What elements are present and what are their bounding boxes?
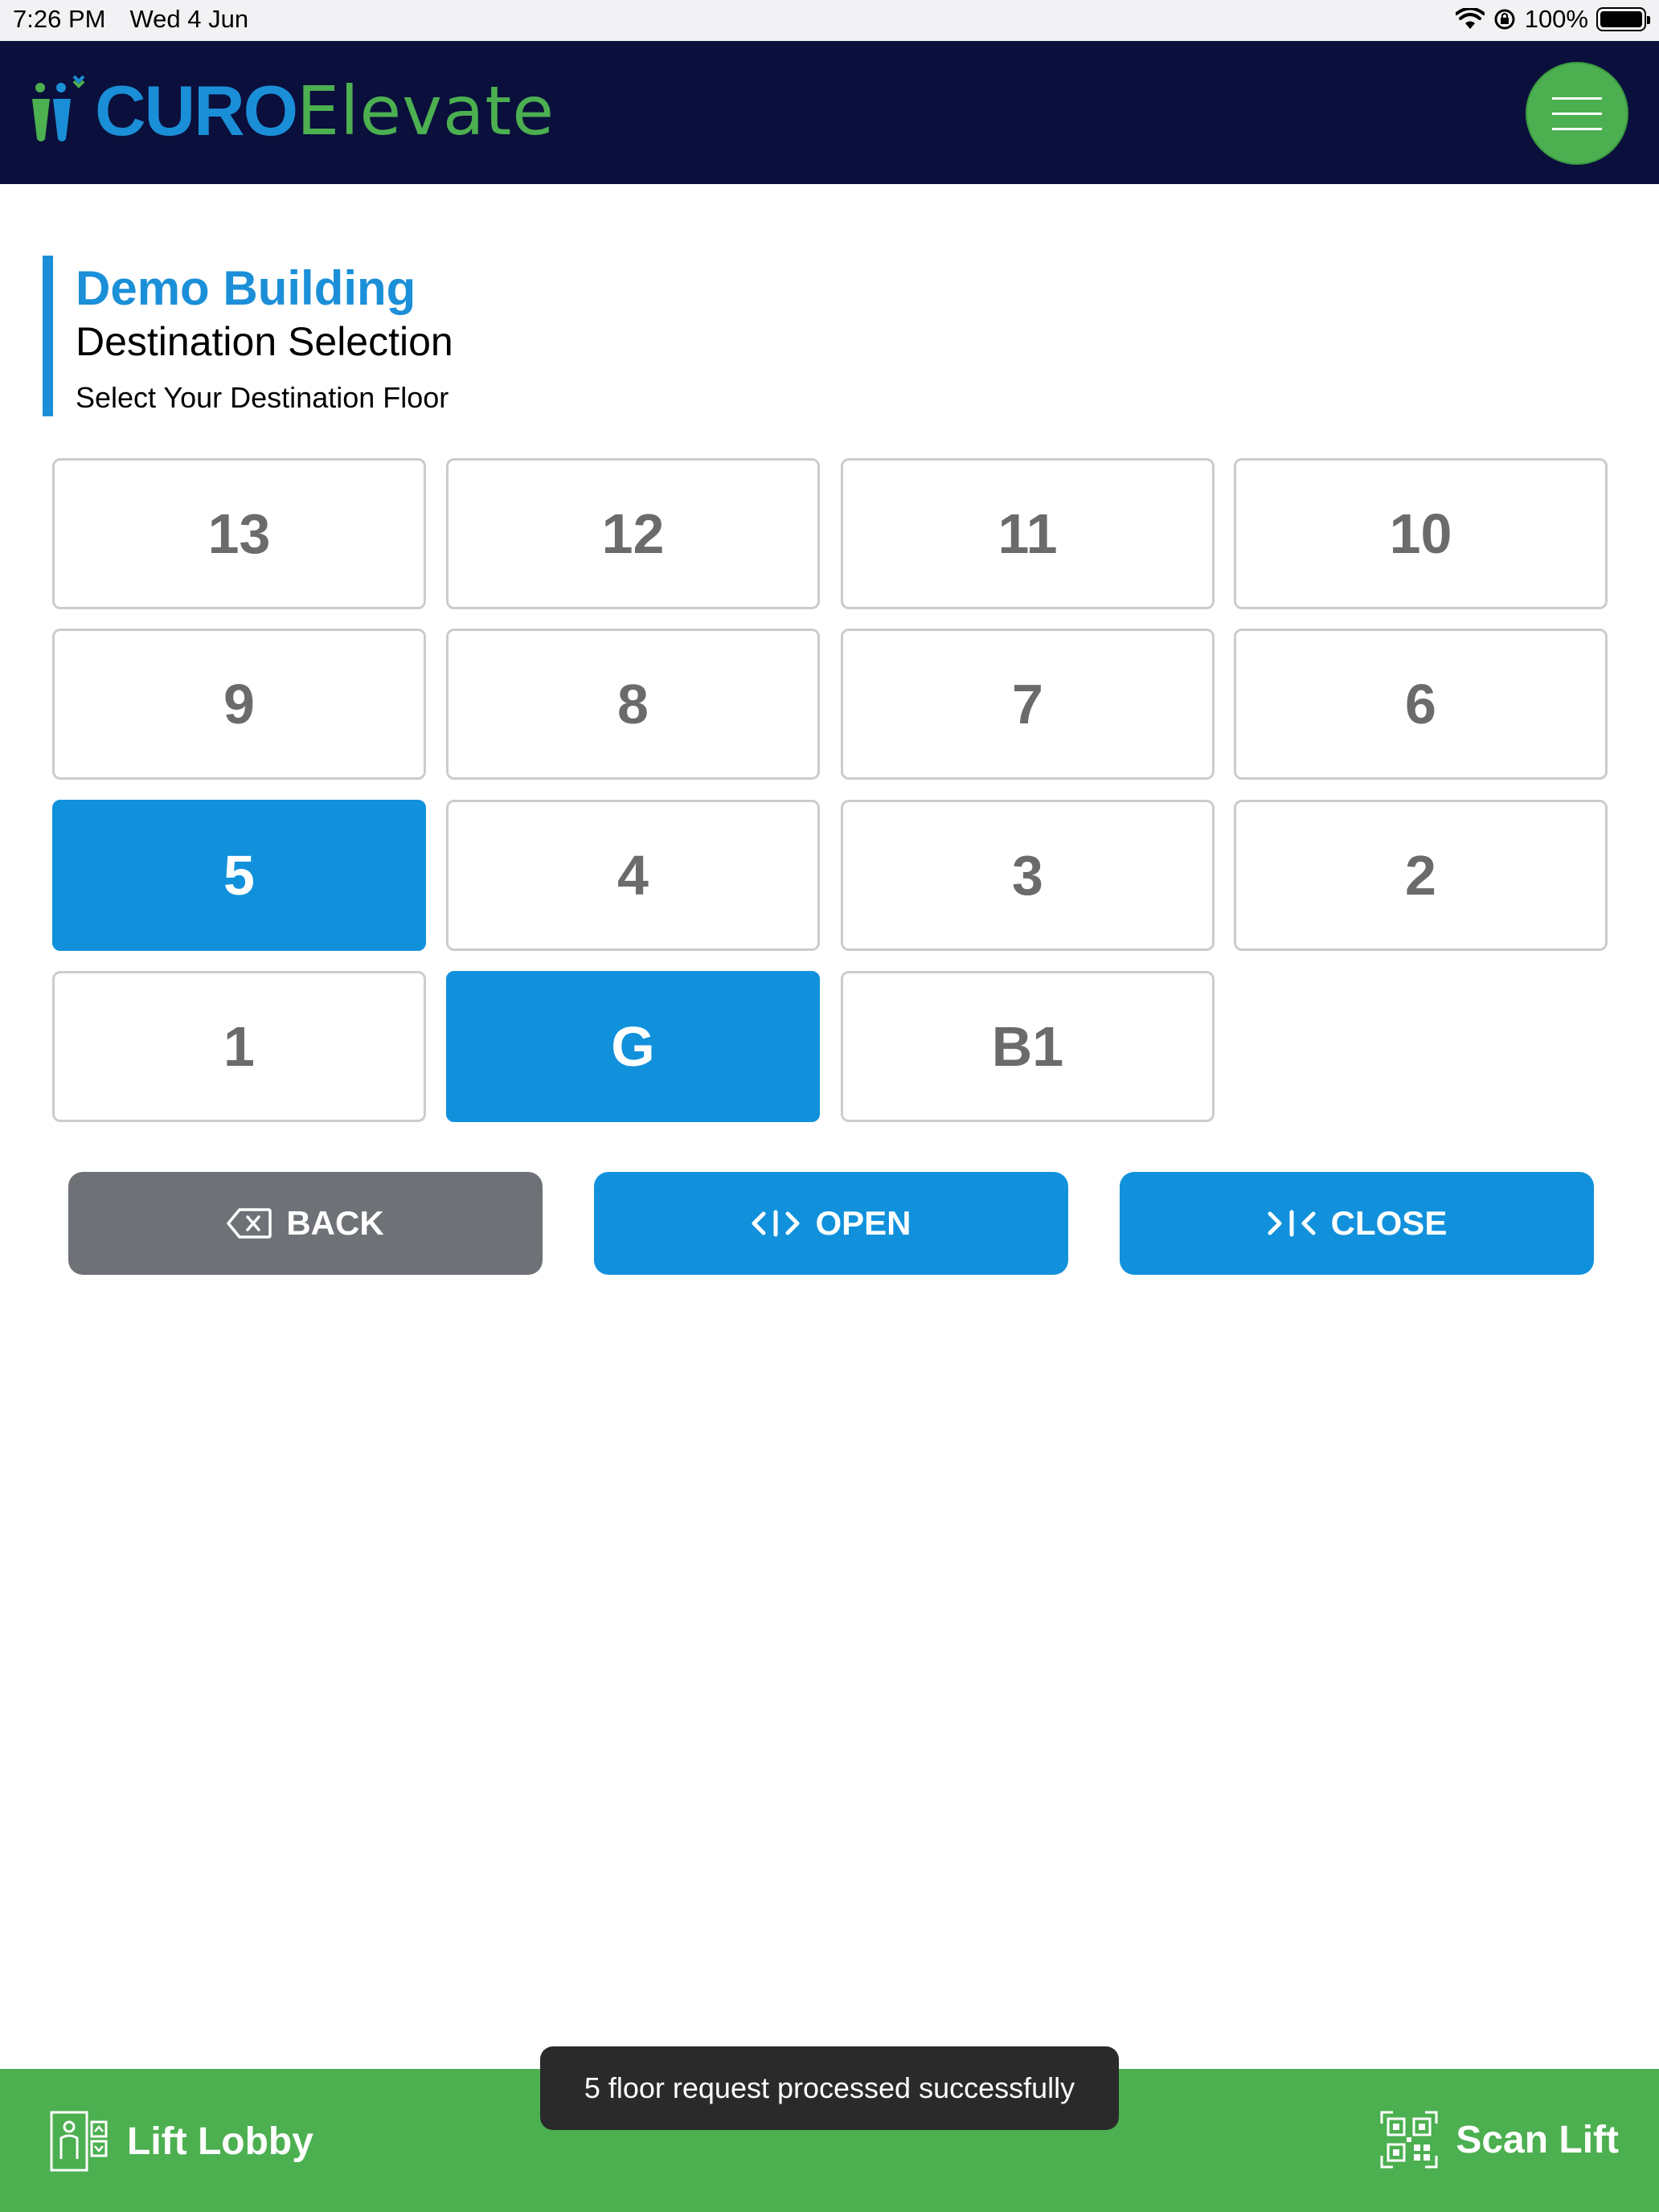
floor-button[interactable]: G [446,971,820,1122]
hamburger-icon [1552,96,1602,100]
close-doors-button[interactable]: CLOSE [1120,1172,1594,1275]
floor-button[interactable]: 13 [52,458,426,609]
floor-button[interactable]: 10 [1234,458,1608,609]
floor-button[interactable]: 4 [446,800,820,951]
floor-button[interactable]: 3 [841,800,1215,951]
page-title: Destination Selection [76,319,453,364]
backspace-icon [227,1208,272,1239]
lift-lobby-button[interactable]: Lift Lobby [50,2111,313,2172]
qr-scan-icon [1380,2111,1438,2169]
open-doors-button[interactable]: OPEN [594,1172,1068,1275]
app-logo: CURO Elevate [29,70,555,152]
lift-lobby-label: Lift Lobby [127,2120,313,2163]
status-left: 7:26 PM Wed 4 Jun [13,5,248,34]
status-date: Wed 4 Jun [129,5,249,33]
scan-lift-button[interactable]: Scan Lift [1380,2111,1619,2169]
status-bar: 7:26 PM Wed 4 Jun 100% [0,0,1659,41]
back-button-label: BACK [286,1204,384,1242]
toast-notification: 5 floor request processed successfully [540,2046,1119,2130]
floor-button[interactable]: 8 [446,629,820,780]
floor-button[interactable]: B1 [841,971,1215,1122]
floor-button[interactable]: 7 [841,629,1215,780]
wifi-icon [1455,8,1485,29]
floor-button[interactable]: 2 [1234,800,1608,951]
building-name: Demo Building [76,261,416,315]
floor-button[interactable]: 6 [1234,629,1608,780]
floor-button[interactable]: 1 [52,971,426,1122]
toast-message: 5 floor request processed successfully [584,2071,1075,2104]
open-doors-icon [752,1210,800,1237]
battery-icon [1596,7,1650,31]
logo-people-icon [32,75,85,141]
title-block: Demo Building Destination Selection Sele… [43,256,766,416]
status-right: 100% [1455,5,1650,34]
logo-text-elevate: Elevate [297,72,555,150]
rotation-lock-icon [1494,9,1515,30]
app-header: CURO Elevate [0,41,1659,184]
floor-button[interactable]: 11 [841,458,1215,609]
back-button[interactable]: BACK [68,1172,543,1275]
lift-lobby-icon [50,2111,108,2172]
status-time: 7:26 PM [13,5,106,33]
floor-button[interactable]: 12 [446,458,820,609]
page-subtitle: Select Your Destination Floor [76,381,449,414]
scan-lift-label: Scan Lift [1456,2118,1619,2161]
battery-percent: 100% [1524,5,1588,33]
menu-button[interactable] [1526,62,1628,165]
close-button-label: CLOSE [1330,1204,1448,1242]
open-button-label: OPEN [815,1204,911,1242]
close-doors-icon [1268,1210,1316,1237]
floor-button[interactable]: 5 [52,800,426,951]
floor-button[interactable]: 9 [52,629,426,780]
logo-text-curo: CURO [95,71,298,150]
